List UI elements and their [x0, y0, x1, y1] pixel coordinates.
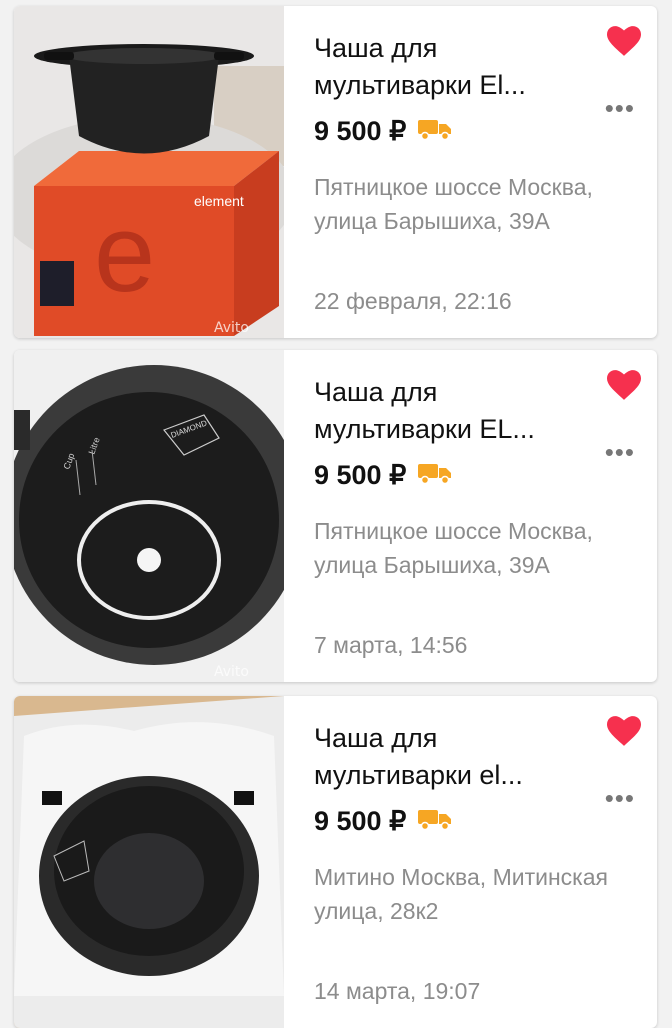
listing-address: Пятницкое шоссе Москва, улица Барышиха, … [314, 518, 593, 578]
heart-icon[interactable] [607, 26, 641, 61]
listing-date: 7 марта, 14:56 [314, 632, 468, 658]
svg-text:e: e [94, 192, 155, 315]
cooker-bowl-on-box-photo: element e [14, 6, 284, 338]
more-dots-icon[interactable]: ••• [605, 95, 635, 121]
listing-photo-2[interactable]: Cup Litre DIAMOND Avito [14, 350, 284, 682]
listing-card-1[interactable]: element e Avito Чаша для мультиварки El.… [14, 6, 657, 338]
heart-icon[interactable] [607, 370, 641, 405]
listing-address: Пятницкое шоссе Москва, улица Барышиха, … [314, 174, 593, 234]
more-dots-icon[interactable]: ••• [605, 439, 635, 465]
listing-title[interactable]: Чаша для мультиварки el... [314, 720, 564, 794]
svg-text:element: element [194, 193, 244, 209]
listing-photo-1[interactable]: element e Avito [14, 6, 284, 338]
listing-date: 22 февраля, 22:16 [314, 288, 512, 314]
listing-address: Митино Москва, Митинская улица, 28к2 [314, 864, 608, 924]
listing-photo-3[interactable] [14, 696, 284, 1028]
listing-price: 9 500 ₽ [314, 460, 452, 491]
more-dots-icon[interactable]: ••• [605, 785, 635, 811]
listing-price: 9 500 ₽ [314, 116, 452, 147]
listing-title[interactable]: Чаша для мультиварки EL... [314, 374, 564, 448]
price-value: 9 500 ₽ [314, 806, 407, 836]
listing-card-2[interactable]: Cup Litre DIAMOND Avito Чаша для мультив… [14, 350, 657, 682]
listing-info-1: Чаша для мультиварки El... 9 500 ₽ Пятни… [314, 6, 657, 338]
heart-icon[interactable] [607, 716, 641, 751]
listing-price: 9 500 ₽ [314, 806, 452, 837]
cooker-bowl-inside-photo: Cup Litre DIAMOND [14, 350, 284, 682]
price-value: 9 500 ₽ [314, 116, 407, 146]
truck-icon [418, 460, 452, 491]
listing-card-3[interactable]: Чаша для мультиварки el... 9 500 ₽ Митин… [14, 696, 657, 1028]
listing-title[interactable]: Чаша для мультиварки El... [314, 30, 564, 104]
avito-watermark: Avito [214, 320, 249, 336]
listing-date: 14 марта, 19:07 [314, 978, 481, 1004]
cooker-bowl-in-bag-photo [14, 696, 284, 1028]
truck-icon [418, 116, 452, 147]
price-value: 9 500 ₽ [314, 460, 407, 490]
listing-info-2: Чаша для мультиварки EL... 9 500 ₽ Пятни… [314, 350, 657, 682]
listing-info-3: Чаша для мультиварки el... 9 500 ₽ Митин… [314, 696, 657, 1028]
avito-watermark: Avito [214, 664, 249, 680]
truck-icon [418, 806, 452, 837]
